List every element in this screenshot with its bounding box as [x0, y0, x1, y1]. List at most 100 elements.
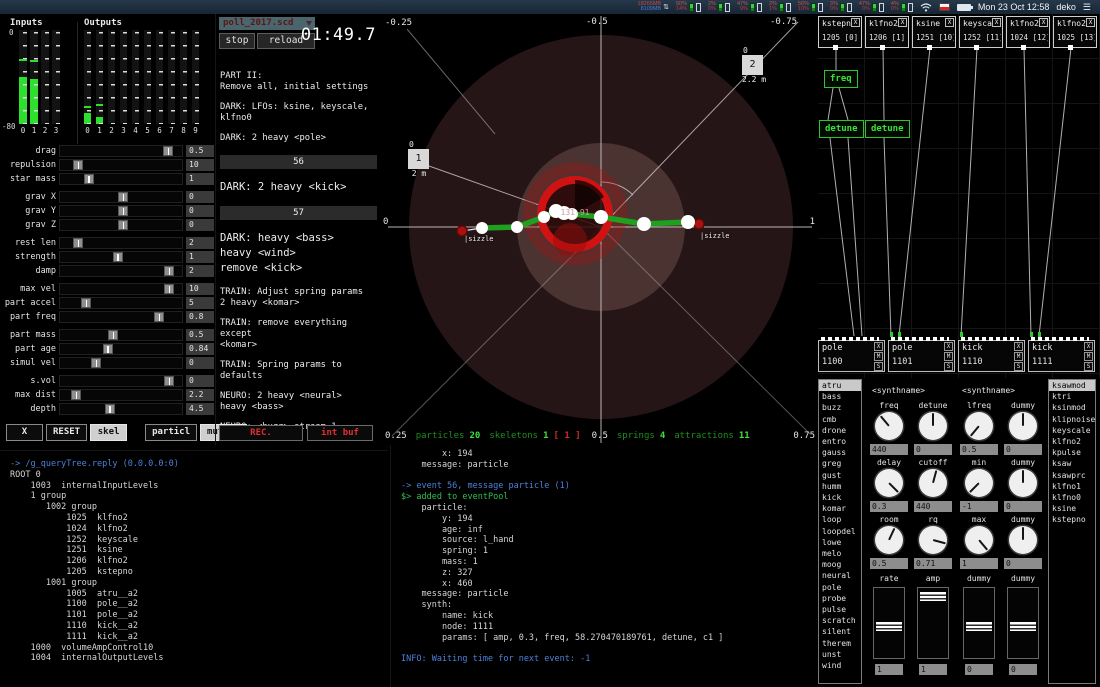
mixer-x-button[interactable]: X — [1084, 342, 1093, 351]
synth-item-humm[interactable]: humm — [819, 481, 861, 492]
wifi-icon[interactable] — [920, 3, 932, 12]
synth-item-melo[interactable]: melo — [819, 548, 861, 559]
param-slider-handle[interactable] — [91, 358, 101, 368]
lfo-item-klfno0[interactable]: klfno0 — [1049, 492, 1095, 503]
int-buf-button[interactable]: int buf — [307, 425, 373, 441]
knob-value[interactable]: 0 — [1004, 501, 1042, 512]
node-close-button[interactable]: X — [851, 18, 860, 27]
lfo-item-kstepno[interactable]: kstepno — [1049, 514, 1095, 525]
knob-dial-detune[interactable] — [919, 412, 947, 440]
node-close-button[interactable]: X — [992, 18, 1001, 27]
param-box-freq[interactable]: freq — [824, 70, 858, 88]
synth-item-drone[interactable]: drone — [819, 425, 861, 436]
list-menu-icon[interactable]: ☰ — [1083, 2, 1092, 13]
particl-button[interactable]: particl — [145, 424, 197, 441]
slider-handle[interactable] — [966, 622, 992, 631]
slider-handle[interactable] — [876, 622, 902, 631]
knob-value[interactable]: 0.3 — [870, 501, 908, 512]
knob-dial-freq[interactable] — [875, 412, 903, 440]
param-slider-simul-vel[interactable] — [59, 357, 183, 369]
param-slider-handle[interactable] — [71, 390, 81, 400]
param-slider-handle[interactable] — [105, 404, 115, 414]
slider-value[interactable]: 0 — [965, 664, 993, 675]
skel-button[interactable]: skel — [90, 424, 127, 441]
param-slider-handle[interactable] — [118, 220, 128, 230]
param-slider-handle[interactable] — [164, 376, 174, 386]
param-slider-grav-Z[interactable] — [59, 219, 183, 231]
sensor-1[interactable]: 0 1 2 m — [408, 140, 430, 178]
slider-track-rate[interactable] — [873, 587, 905, 659]
menubar-user[interactable]: deko — [1056, 2, 1076, 12]
lfo-item-klfno1[interactable]: klfno1 — [1049, 481, 1095, 492]
lfo-item-klfno2[interactable]: klfno2 — [1049, 436, 1095, 447]
param-box-detune[interactable]: detune — [865, 120, 910, 138]
cue-button[interactable]: 57 — [220, 206, 377, 220]
mixer-s-button[interactable]: S — [874, 362, 883, 371]
param-value[interactable]: 0.5 — [186, 145, 214, 157]
param-slider-handle[interactable] — [164, 284, 174, 294]
slider-handle[interactable] — [920, 592, 946, 601]
synth-item-neural[interactable]: neural — [819, 570, 861, 581]
knob-dial-delay[interactable] — [875, 469, 903, 497]
param-slider-handle[interactable] — [154, 312, 164, 322]
param-slider-repulsion[interactable] — [59, 159, 183, 171]
knob-dial-min[interactable] — [965, 469, 993, 497]
lfo-synth-list[interactable]: ksawmodktriksinmodklipnoisekeyscaleklfno… — [1048, 379, 1096, 684]
param-value[interactable]: 2.2 — [186, 389, 214, 401]
synth-item-wind[interactable]: wind — [819, 660, 861, 671]
param-slider-handle[interactable] — [73, 160, 83, 170]
knob-value[interactable]: 440 — [870, 444, 908, 455]
param-slider-strength[interactable] — [59, 251, 183, 263]
synth-item-loopdel[interactable]: loopdel — [819, 526, 861, 537]
knob-dial-max[interactable] — [965, 526, 993, 554]
mixer-x-button[interactable]: X — [944, 342, 953, 351]
knob-dial-dummy[interactable] — [1009, 412, 1037, 440]
lfo-item-ksawmod[interactable]: ksawmod — [1049, 380, 1095, 391]
param-value[interactable]: 0.5 — [186, 329, 214, 341]
mixer-m-button[interactable]: M — [1084, 352, 1093, 361]
param-slider-handle[interactable] — [108, 330, 118, 340]
param-slider-handle[interactable] — [113, 252, 123, 262]
param-box-detune[interactable]: detune — [819, 120, 864, 138]
mixer-m-button[interactable]: M — [944, 352, 953, 361]
lfo-item-ksawprc[interactable]: ksawprc — [1049, 470, 1095, 481]
knob-value[interactable]: 0 — [1004, 444, 1042, 455]
param-value[interactable]: 4.5 — [186, 403, 214, 415]
param-slider-star-mass[interactable] — [59, 173, 183, 185]
x-button[interactable]: X — [6, 424, 43, 441]
mixer-x-button[interactable]: X — [874, 342, 883, 351]
param-value[interactable]: 5 — [186, 297, 214, 309]
knob-dial-dummy[interactable] — [1009, 526, 1037, 554]
synth-item-entro[interactable]: entro — [819, 436, 861, 447]
synth-item-buzz[interactable]: buzz — [819, 402, 861, 413]
knob-value[interactable]: 1 — [960, 558, 998, 569]
slider-track-amp[interactable] — [917, 587, 949, 659]
node-close-button[interactable]: X — [1086, 18, 1095, 27]
record-button[interactable]: REC. — [219, 425, 303, 441]
node-close-button[interactable]: X — [945, 18, 954, 27]
synth-item-gust[interactable]: gust — [819, 470, 861, 481]
param-value[interactable]: 1 — [186, 173, 214, 185]
knob-value[interactable]: 0.5 — [870, 558, 908, 569]
param-slider-rest-len[interactable] — [59, 237, 183, 249]
synth-item-atru[interactable]: atru — [819, 380, 861, 391]
lfo-item-ksinmod[interactable]: ksinmod — [1049, 402, 1095, 413]
knob-value[interactable]: 0.71 — [914, 558, 952, 569]
knob-dial-lfreq[interactable] — [965, 412, 993, 440]
param-value[interactable]: 0 — [186, 219, 214, 231]
lfo-item-ktri[interactable]: ktri — [1049, 391, 1095, 402]
knob-value[interactable]: -1 — [960, 501, 998, 512]
synth-item-cmb[interactable]: cmb — [819, 414, 861, 425]
mixer-m-button[interactable]: M — [1014, 352, 1023, 361]
synth-item-pole[interactable]: pole — [819, 582, 861, 593]
param-slider-part-age[interactable] — [59, 343, 183, 355]
lfo-item-ksaw[interactable]: ksaw — [1049, 458, 1095, 469]
slider-handle[interactable] — [1010, 622, 1036, 631]
particle-visualization[interactable]: -0.25 -0.5 -0.75 0 1 0 1 2 m 0 2 2.2 m 1… — [380, 14, 820, 445]
param-value[interactable]: 10 — [186, 159, 214, 171]
synth-item-probe[interactable]: probe — [819, 593, 861, 604]
synth-item-unst[interactable]: unst — [819, 649, 861, 660]
param-slider-grav-X[interactable] — [59, 191, 183, 203]
param-slider-handle[interactable] — [163, 146, 173, 156]
sensor-2-box[interactable]: 2 — [742, 55, 763, 75]
